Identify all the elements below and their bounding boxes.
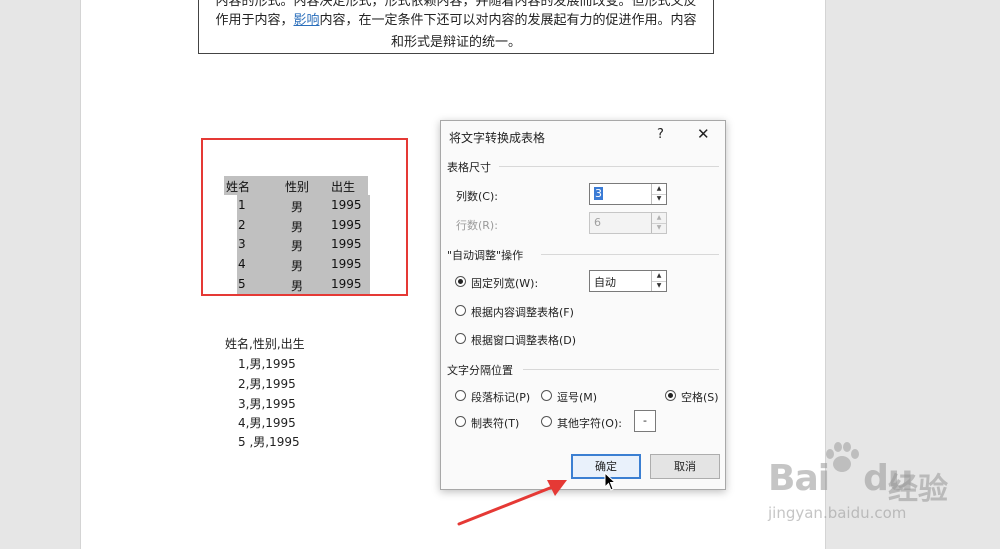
other-char-radio[interactable] (541, 416, 552, 427)
table-header-name: 姓名 (226, 180, 251, 194)
close-icon[interactable]: ✕ (697, 125, 710, 143)
divider (523, 369, 719, 370)
help-icon[interactable]: ? (657, 127, 664, 142)
watermark-jingyan: 经验 (888, 472, 948, 507)
red-arrow-icon (457, 480, 567, 526)
mouse-cursor-icon (604, 472, 617, 491)
rows-label: 行数(R): (456, 219, 498, 232)
spin-down-icon[interactable]: ▼ (652, 281, 666, 291)
table-cell: 1995 (331, 218, 362, 232)
comma-line: 3,男,1995 (238, 397, 296, 411)
comma-line: 2,男,1995 (238, 377, 296, 391)
table-cell: 4 (238, 257, 246, 271)
text-line-2-end: 内容，在一定条件下还可以对内容的发展起有力的促进作用。内容 (319, 13, 697, 28)
spin-down-icon: ▼ (656, 224, 662, 231)
columns-spinner[interactable]: 3 ▲ ▼ (589, 183, 667, 205)
table-header-birth: 出生 (331, 180, 356, 194)
comma-line: 姓名,性别,出生 (225, 337, 305, 351)
space-label[interactable]: 空格(S) (681, 389, 719, 405)
section-table-size: 表格尺寸 (447, 161, 491, 174)
table-cell: 1995 (331, 198, 362, 212)
space-radio[interactable] (665, 390, 676, 401)
fit-content-radio[interactable] (455, 305, 466, 316)
table-cell: 男 (291, 279, 304, 293)
other-char-input[interactable]: - (634, 410, 656, 432)
comma-line: 1,男,1995 (238, 357, 296, 371)
dialog-title: 将文字转换成表格 (449, 131, 546, 145)
link-yingxiang[interactable]: 影响 (293, 13, 319, 28)
table-cell: 男 (291, 220, 304, 234)
fixed-width-spinner[interactable]: 自动 ▲ ▼ (589, 270, 667, 292)
text-line-3: 和形式是辩证的统一。 (390, 35, 521, 50)
rows-spinner: 6 ▲ ▼ (589, 212, 667, 234)
comma-line: 5 ,男,1995 (238, 435, 300, 449)
comma-radio[interactable] (541, 390, 552, 401)
logo-part: Bai (768, 458, 830, 499)
tab-radio[interactable] (455, 416, 466, 427)
columns-label: 列数(C): (456, 190, 498, 203)
table-cell: 1 (238, 198, 246, 212)
text-box: 内容的形式。内容决定形式，形式依赖内容，并随着内容的发展而改变。但形式又反 作用… (198, 0, 714, 54)
columns-value[interactable]: 3 (594, 187, 603, 200)
table-cell: 1995 (331, 257, 362, 271)
fit-content-label[interactable]: 根据内容调整表格(F) (471, 304, 574, 320)
spin-down-icon[interactable]: ▼ (652, 194, 666, 204)
text-line-2: 作用于内容，影响内容，在一定条件下还可以对内容的发展起有力的促进作用。内容 (199, 9, 713, 28)
paragraph-mark-radio[interactable] (455, 390, 466, 401)
paragraph-mark-label[interactable]: 段落标记(P) (471, 389, 530, 405)
table-cell: 1995 (331, 277, 362, 291)
table-cell: 5 (238, 277, 246, 291)
table-cell: 男 (291, 239, 304, 253)
table-header-gender: 性别 (285, 180, 310, 194)
table-cell: 3 (238, 237, 246, 251)
fixed-width-value[interactable]: 自动 (594, 274, 616, 290)
table-cell: 2 (238, 218, 246, 232)
rows-value: 6 (594, 216, 601, 229)
convert-text-to-table-dialog: 将文字转换成表格 ? ✕ 表格尺寸 列数(C): 3 ▲ ▼ 行数(R): 6 ▲… (440, 120, 726, 490)
section-separator: 文字分隔位置 (447, 364, 513, 377)
fixed-width-label[interactable]: 固定列宽(W): (471, 275, 538, 291)
fit-window-radio[interactable] (455, 333, 466, 344)
table-cell: 1995 (331, 237, 362, 251)
comma-line: 4,男,1995 (238, 416, 296, 430)
divider (499, 166, 719, 167)
fixed-width-radio[interactable] (455, 276, 466, 287)
section-autofit: "自动调整"操作 (447, 249, 524, 262)
divider (541, 254, 719, 255)
table-cell: 男 (291, 259, 304, 273)
cancel-button[interactable]: 取消 (650, 454, 720, 479)
other-char-label[interactable]: 其他字符(O): (557, 415, 622, 431)
table-cell: 男 (291, 200, 304, 214)
watermark-url: jingyan.baidu.com (768, 504, 907, 522)
text-line-1: 内容的形式。内容决定形式，形式依赖内容，并随着内容的发展而改变。但形式又反 (215, 0, 697, 9)
fit-window-label[interactable]: 根据窗口调整表格(D) (471, 332, 576, 348)
tab-label[interactable]: 制表符(T) (471, 415, 519, 431)
baidu-watermark: Bai du 经验 jingyan.baidu.com (768, 440, 988, 530)
comma-label[interactable]: 逗号(M) (557, 389, 597, 405)
text-line-2-start: 作用于内容， (215, 13, 294, 28)
